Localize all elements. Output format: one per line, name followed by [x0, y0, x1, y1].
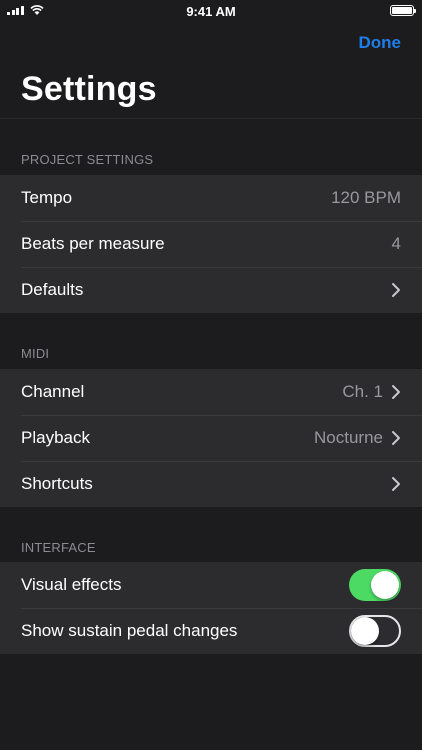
visual-effects-row: Visual effects: [0, 562, 422, 608]
beats-per-measure-value: 4: [391, 234, 401, 253]
row-label: Channel: [21, 382, 85, 401]
battery-icon: [390, 5, 416, 16]
channel-value: Ch. 1: [342, 382, 383, 401]
midi-group: Channel Ch. 1 Playback Nocturne Shortcut…: [0, 369, 422, 507]
chevron-right-icon: [392, 385, 400, 399]
page-title: Settings: [21, 70, 157, 108]
done-button[interactable]: Done: [359, 33, 402, 53]
row-label: Beats per measure: [21, 234, 165, 253]
status-time: 9:41 AM: [186, 4, 236, 19]
row-label: Visual effects: [21, 575, 122, 594]
project-settings-group: Tempo 120 BPM Beats per measure 4 Defaul…: [0, 175, 422, 313]
shortcuts-row[interactable]: Shortcuts: [0, 461, 422, 507]
section-header-interface: INTERFACE: [21, 540, 96, 555]
playback-row[interactable]: Playback Nocturne: [0, 415, 422, 461]
visual-effects-toggle[interactable]: [349, 569, 401, 601]
chevron-right-icon: [392, 283, 400, 297]
defaults-row[interactable]: Defaults: [0, 267, 422, 313]
tempo-value: 120 BPM: [331, 188, 401, 207]
sustain-pedal-row: Show sustain pedal changes: [0, 608, 422, 654]
tempo-row[interactable]: Tempo 120 BPM: [0, 175, 422, 221]
section-header-midi: MIDI: [21, 346, 50, 361]
row-label: Tempo: [21, 188, 73, 207]
row-label: Playback: [21, 428, 90, 447]
channel-row[interactable]: Channel Ch. 1: [0, 369, 422, 415]
chevron-right-icon: [392, 477, 400, 491]
nav-divider: [0, 118, 422, 119]
sustain-pedal-toggle[interactable]: [349, 615, 401, 647]
beats-per-measure-row[interactable]: Beats per measure 4: [0, 221, 422, 267]
section-header-project-settings: PROJECT SETTINGS: [21, 152, 154, 167]
status-bar: 9:41 AM: [0, 0, 422, 22]
chevron-right-icon: [392, 431, 400, 445]
interface-group: Visual effects Show sustain pedal change…: [0, 562, 422, 654]
row-label: Shortcuts: [21, 474, 93, 493]
row-label: Defaults: [21, 280, 84, 299]
settings-screen: 9:41 AM Done Settings PROJECT SETTINGS T…: [0, 0, 422, 750]
row-label: Show sustain pedal changes: [21, 621, 238, 640]
playback-value: Nocturne: [314, 428, 383, 447]
